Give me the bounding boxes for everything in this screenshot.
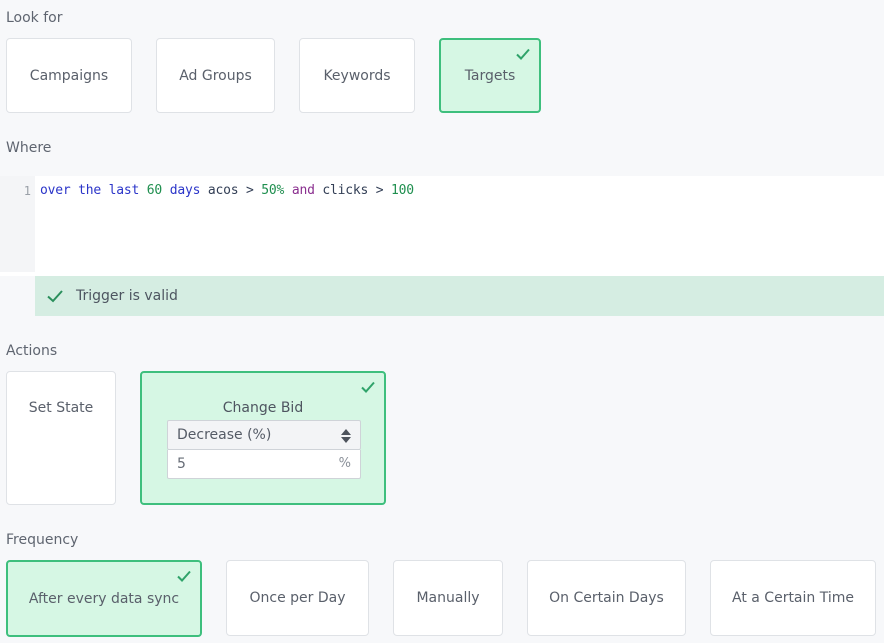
- frequency-label: Frequency: [6, 532, 79, 548]
- trigger-editor[interactable]: 1 over the last 60 days acos > 50% and c…: [0, 176, 884, 276]
- select-arrows-icon: [341, 428, 351, 444]
- code-token: days: [169, 183, 201, 198]
- change-bid-title: Change Bid: [222, 400, 304, 416]
- action-label: Set State: [28, 400, 94, 416]
- where-label: Where: [6, 140, 52, 156]
- bid-mode-value: Decrease (%): [177, 427, 272, 443]
- bid-value: 5: [177, 456, 186, 472]
- checkmark-icon: [515, 46, 531, 62]
- checkmark-icon: [176, 568, 192, 584]
- option-ad-groups[interactable]: Ad Groups: [156, 38, 275, 113]
- trigger-status-bar: Trigger is valid: [35, 276, 884, 316]
- frequency-after-sync[interactable]: After every data sync: [6, 560, 202, 637]
- code-token: and: [291, 183, 315, 198]
- frequency-label-text: Once per Day: [249, 590, 346, 606]
- checkmark-icon: [360, 379, 376, 395]
- frequency-label-text: On Certain Days: [549, 590, 664, 606]
- code-token: >: [246, 183, 254, 198]
- option-targets[interactable]: Targets: [439, 38, 541, 113]
- frequency-label-text: After every data sync: [28, 590, 180, 607]
- trigger-code[interactable]: over the last 60 days acos > 50% and cli…: [40, 183, 414, 198]
- frequency-once-per-day[interactable]: Once per Day: [226, 560, 369, 636]
- option-label: Keywords: [323, 67, 391, 84]
- frequency-label-text: At a Certain Time: [732, 590, 854, 606]
- line-number: 1: [23, 184, 31, 198]
- code-token: 60: [146, 183, 163, 198]
- percent-unit: %: [338, 456, 351, 471]
- option-keywords[interactable]: Keywords: [299, 38, 415, 113]
- checkmark-icon: [46, 287, 64, 305]
- frequency-certain-time[interactable]: At a Certain Time: [710, 560, 876, 636]
- action-set-state[interactable]: Set State: [6, 371, 116, 505]
- code-token: clicks: [322, 183, 369, 198]
- option-label: Targets: [464, 67, 516, 84]
- code-token: >: [375, 183, 384, 198]
- code-token: acos: [207, 183, 239, 198]
- bid-value-input[interactable]: 5 %: [167, 450, 361, 479]
- bid-mode-select[interactable]: Decrease (%): [167, 420, 361, 450]
- action-change-bid[interactable]: Change Bid Decrease (%) 5 %: [140, 371, 386, 505]
- frequency-manually[interactable]: Manually: [393, 560, 503, 636]
- actions-label: Actions: [6, 343, 58, 359]
- option-label: Campaigns: [29, 67, 109, 84]
- frequency-certain-days[interactable]: On Certain Days: [527, 560, 686, 636]
- code-token: 100: [391, 183, 414, 198]
- look-for-label: Look for: [6, 10, 63, 26]
- option-campaigns[interactable]: Campaigns: [6, 38, 132, 113]
- code-token: over the last: [40, 183, 140, 198]
- editor-gutter: 1: [0, 176, 35, 272]
- option-label: Ad Groups: [179, 67, 252, 84]
- code-token: 50%: [261, 183, 285, 198]
- trigger-status-text: Trigger is valid: [76, 288, 178, 304]
- frequency-label-text: Manually: [416, 590, 480, 606]
